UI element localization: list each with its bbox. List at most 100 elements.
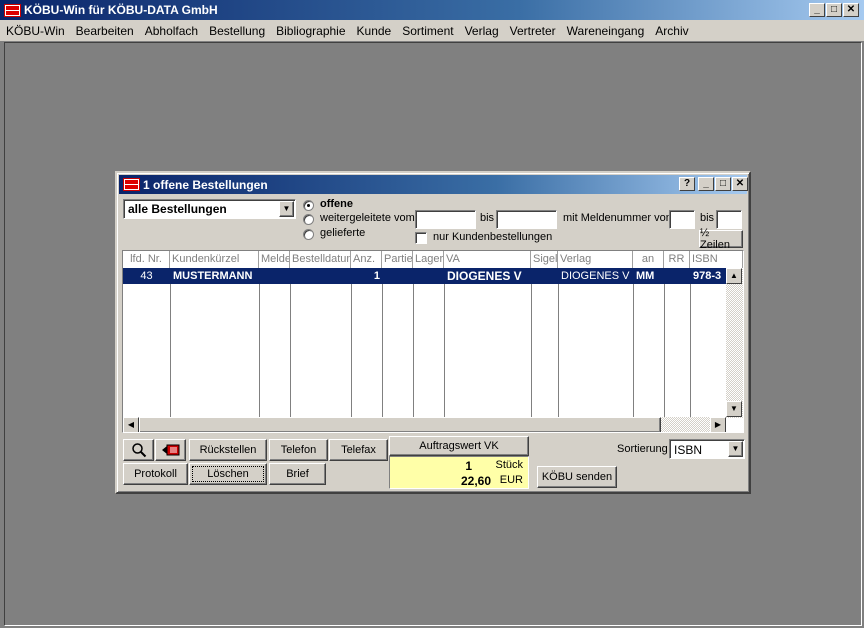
protokoll-button[interactable]: Protokoll	[123, 463, 188, 485]
cell-bestelldatum	[291, 268, 351, 284]
customer-orders-checkbox[interactable]	[415, 232, 427, 244]
date-to-input[interactable]	[496, 210, 557, 229]
menu-archiv[interactable]: Archiv	[649, 24, 693, 38]
col-header-partie[interactable]: Partie	[382, 251, 413, 268]
col-header-an[interactable]: an	[633, 251, 664, 268]
cell-rr	[665, 268, 690, 284]
column-divider	[351, 268, 352, 418]
menu-koebu-win[interactable]: KÖBU-Win	[0, 24, 70, 38]
half-rows-button[interactable]: ½ Zeilen	[699, 227, 743, 251]
magnifier-icon	[131, 443, 146, 458]
sortierung-label: Sortierung	[617, 443, 668, 455]
menu-bearbeiten[interactable]: Bearbeiten	[70, 24, 139, 38]
col-header-verlag[interactable]: Verlag	[558, 251, 633, 268]
sortierung-value: ISBN	[674, 443, 703, 457]
menu-abholfach[interactable]: Abholfach	[139, 24, 203, 38]
column-divider	[633, 268, 634, 418]
horizontal-scrollbar[interactable]: ◀ ▶	[123, 417, 726, 432]
date-to-label: bis	[480, 212, 495, 224]
close-icon[interactable]: ✕	[843, 3, 859, 17]
scroll-right-icon[interactable]: ▶	[710, 417, 726, 432]
child-minimize-icon[interactable]: _	[698, 177, 714, 191]
column-divider	[664, 268, 665, 418]
order-value-display: 1 Stück 22,60 EUR	[389, 456, 529, 489]
orders-window-title: 1 offene Bestellungen	[143, 177, 268, 192]
zurueckstellen-button[interactable]: Rückstellen	[189, 439, 267, 461]
menu-bibliographie[interactable]: Bibliographie	[270, 24, 350, 38]
radio-delivered[interactable]	[303, 229, 314, 240]
scroll-up-icon[interactable]: ▲	[726, 268, 742, 284]
brief-button[interactable]: Brief	[269, 463, 326, 485]
meldenummer-to-label: bis	[700, 212, 715, 224]
column-divider	[382, 268, 383, 418]
minimize-icon[interactable]: _	[809, 3, 825, 17]
date-from-input[interactable]	[415, 210, 476, 229]
cell-verlag: DIOGENES V	[561, 270, 630, 282]
radio-delivered-label: gelieferte	[320, 227, 366, 239]
scroll-left-icon[interactable]: ◀	[123, 417, 139, 432]
col-header-bestelldatum[interactable]: Bestelldatum	[290, 251, 351, 268]
koebu-senden-button[interactable]: KÖBU senden	[537, 466, 617, 488]
app-logo-icon	[4, 3, 21, 17]
cell-anz: 1	[373, 270, 380, 282]
column-divider	[531, 268, 532, 418]
order-filter-select[interactable]: alle Bestellungen ▼	[123, 199, 296, 219]
column-divider	[444, 268, 445, 418]
col-header-anz[interactable]: Anz.	[351, 251, 382, 268]
cell-va: DIOGENES V	[447, 269, 522, 283]
menu-verlag[interactable]: Verlag	[459, 24, 504, 38]
col-header-kundenkuerzel[interactable]: Kundenkürzel	[170, 251, 259, 268]
order-filter-value: alle Bestellungen	[128, 202, 227, 216]
radio-forwarded[interactable]	[303, 214, 314, 225]
search-button[interactable]	[123, 439, 154, 461]
col-header-lfd-nr[interactable]: lfd. Nr.	[123, 251, 170, 268]
col-header-va[interactable]: VA	[444, 251, 531, 268]
loeschen-button[interactable]: Löschen	[189, 463, 267, 485]
column-divider	[290, 268, 291, 418]
order-amount: 22,60	[460, 474, 491, 488]
radio-forwarded-label: weitergeleitete vom	[320, 212, 415, 224]
app-title-bar[interactable]: KÖBU-Win für KÖBU-DATA GmbH _ □ ✕	[0, 0, 864, 20]
column-divider	[558, 268, 559, 418]
cell-an: MM	[636, 270, 655, 282]
order-quantity: 1	[465, 459, 472, 473]
col-header-isbn[interactable]: ISBN	[690, 251, 743, 268]
col-header-sigel[interactable]: Sigel	[531, 251, 558, 268]
order-currency: EUR	[499, 474, 523, 486]
app-title: KÖBU-Win für KÖBU-DATA GmbH	[24, 3, 218, 17]
menu-bestellung[interactable]: Bestellung	[203, 24, 270, 38]
orders-grid: lfd. Nr. Kundenkürzel Melde Bestelldatum…	[122, 250, 744, 433]
chevron-down-icon[interactable]: ▼	[279, 201, 294, 217]
help-button[interactable]: ?	[679, 177, 695, 191]
window-logo-icon	[123, 178, 140, 191]
telefax-button[interactable]: Telefax	[329, 439, 388, 461]
col-header-melde[interactable]: Melde	[259, 251, 290, 268]
auftragswert-button[interactable]: Auftragswert VK	[389, 436, 529, 456]
menu-kunde[interactable]: Kunde	[351, 24, 397, 38]
col-header-lager[interactable]: Lager	[413, 251, 444, 268]
column-divider	[413, 268, 414, 418]
cell-kundenkuerzel: MUSTERMANN	[173, 270, 253, 282]
meldenummer-from-input[interactable]	[669, 210, 695, 229]
sortierung-select[interactable]: ISBN ▼	[669, 439, 745, 459]
telefon-button[interactable]: Telefon	[269, 439, 328, 461]
menu-wareneingang[interactable]: Wareneingang	[561, 24, 650, 38]
return-button[interactable]	[155, 439, 186, 461]
orders-window-title-bar[interactable]: 1 offene Bestellungen ? _ □ ✕	[119, 175, 748, 194]
radio-open-label: offene	[320, 198, 353, 210]
chevron-down-icon[interactable]: ▼	[728, 441, 743, 457]
cell-melde	[260, 268, 290, 284]
radio-open[interactable]	[303, 200, 314, 211]
maximize-icon[interactable]: □	[826, 3, 842, 17]
vertical-scrollbar[interactable]: ▲ ▼	[726, 268, 743, 418]
menu-sortiment[interactable]: Sortiment	[396, 24, 458, 38]
child-close-icon[interactable]: ✕	[732, 177, 748, 191]
menu-vertreter[interactable]: Vertreter	[504, 24, 561, 38]
horizontal-scroll-thumb[interactable]	[139, 417, 661, 432]
return-arrow-icon	[161, 444, 179, 456]
child-maximize-icon[interactable]: □	[715, 177, 731, 191]
scroll-down-icon[interactable]: ▼	[726, 401, 742, 417]
column-divider	[259, 268, 260, 418]
col-header-rr[interactable]: RR	[664, 251, 690, 268]
order-quantity-unit: Stück	[495, 459, 523, 471]
